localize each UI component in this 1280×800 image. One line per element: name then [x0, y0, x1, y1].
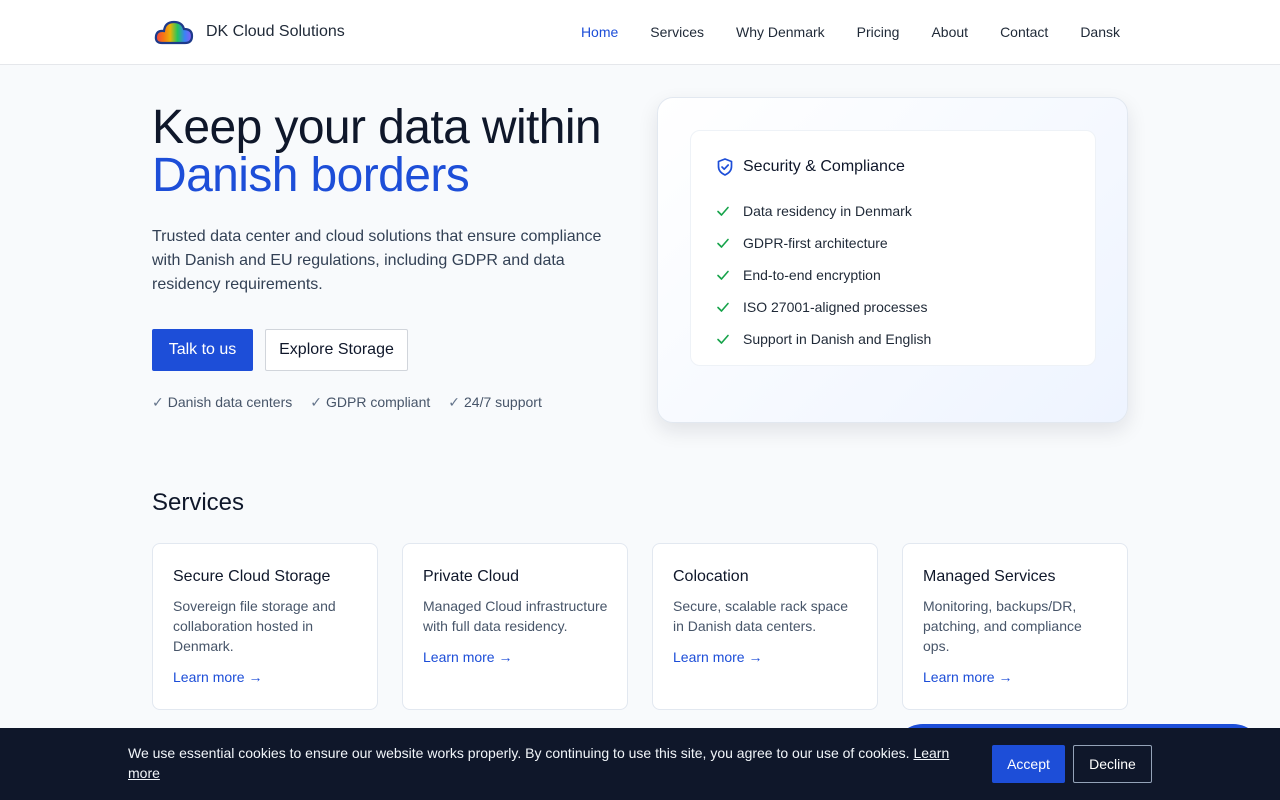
check-icon: ✓: [448, 394, 460, 410]
service-card-private-cloud: Private Cloud Managed Cloud infrastructu…: [402, 543, 628, 710]
nav-services[interactable]: Services: [650, 24, 704, 40]
security-list: Data residency in Denmark GDPR-first arc…: [715, 195, 931, 355]
nav-about[interactable]: About: [931, 24, 968, 40]
learn-more-link[interactable]: Learn more →: [173, 669, 262, 685]
security-card-inner: Security & Compliance Data residency in …: [690, 130, 1096, 366]
list-item-label: GDPR-first architecture: [743, 235, 888, 251]
list-item: Support in Danish and English: [715, 323, 931, 355]
check-icon: ✓: [152, 394, 164, 410]
check-icon: ✓: [310, 394, 322, 410]
main-nav: Home Services Why Denmark Pricing About …: [549, 0, 1120, 64]
talk-to-us-button[interactable]: Talk to us: [152, 329, 253, 371]
cookie-banner: We use essential cookies to ensure our w…: [0, 728, 1280, 800]
nav-contact[interactable]: Contact: [1000, 24, 1048, 40]
services-heading: Services: [152, 489, 245, 516]
hero-title-accent: Danish borders: [152, 149, 470, 202]
list-item-label: End-to-end encryption: [743, 267, 881, 283]
cookie-message: We use essential cookies to ensure our w…: [128, 745, 910, 761]
list-item: GDPR-first architecture: [715, 227, 931, 259]
list-item-label: ISO 27001-aligned processes: [743, 299, 928, 315]
nav-home[interactable]: Home: [581, 24, 618, 40]
site-header: DK Cloud Solutions Home Services Why Den…: [0, 0, 1280, 65]
hero-title-line1: Keep your data within: [152, 101, 602, 154]
hero-badges: ✓ Danish data centers ✓ GDPR compliant ✓ 24…: [152, 394, 560, 411]
list-item: End-to-end encryption: [715, 259, 931, 291]
badge-label: Danish data centers: [167, 394, 293, 410]
security-card-header: Security & Compliance: [715, 157, 905, 177]
list-item-label: Support in Danish and English: [743, 331, 932, 347]
check-icon: [717, 334, 729, 344]
badge-label: GDPR compliant: [326, 394, 431, 410]
service-card-description: Monitoring, backups/DR, patching, and co…: [923, 598, 1082, 654]
shield-check-icon: [717, 158, 733, 176]
cookie-text: We use essential cookies to ensure our w…: [128, 743, 958, 783]
learn-more-link[interactable]: Learn more →: [673, 649, 762, 665]
nav-pricing[interactable]: Pricing: [857, 24, 900, 40]
service-card-description: Sovereign file storage and collaboration…: [173, 598, 336, 654]
nav-language-dansk[interactable]: Dansk: [1080, 24, 1120, 40]
check-icon: [717, 206, 729, 216]
accept-cookies-button[interactable]: Accept: [992, 745, 1065, 783]
service-card-description: Managed Cloud infrastructure with full d…: [423, 598, 608, 634]
explore-storage-button[interactable]: Explore Storage: [265, 329, 408, 371]
brand-name: DK Cloud Solutions: [206, 23, 345, 40]
check-icon: [717, 270, 729, 280]
learn-more-link[interactable]: Learn more →: [923, 669, 1012, 685]
brand[interactable]: DK Cloud Solutions: [154, 16, 345, 48]
list-item: ISO 27001-aligned processes: [715, 291, 931, 323]
service-card-title: Managed Services: [923, 568, 1056, 585]
badge-label: 24/7 support: [464, 394, 542, 410]
list-item-label: Data residency in Denmark: [743, 203, 912, 219]
security-card-title: Security & Compliance: [743, 158, 905, 175]
service-card-secure-cloud-storage: Secure Cloud Storage Sovereign file stor…: [152, 543, 378, 710]
nav-why-denmark[interactable]: Why Denmark: [736, 24, 825, 40]
decline-cookies-button[interactable]: Decline: [1073, 745, 1152, 783]
check-icon: [717, 238, 729, 248]
service-card-title: Secure Cloud Storage: [173, 568, 331, 585]
check-icon: [717, 302, 729, 312]
list-item: Data residency in Denmark: [715, 195, 931, 227]
rainbow-cloud-icon: [154, 20, 194, 45]
service-card-title: Private Cloud: [423, 568, 520, 585]
hero-title: Keep your data within Danish borders: [152, 104, 632, 200]
badge-item: ✓ GDPR compliant: [310, 394, 430, 411]
badge-item: ✓ 24/7 support: [448, 394, 542, 411]
service-card-managed-services: Managed Services Monitoring, backups/DR,…: [902, 543, 1128, 710]
service-card-colocation: Colocation Secure, scalable rack space i…: [652, 543, 878, 710]
learn-more-link[interactable]: Learn more →: [423, 649, 512, 665]
service-card-title: Colocation: [673, 568, 749, 585]
service-card-description: Secure, scalable rack space in Danish da…: [673, 598, 849, 634]
badge-item: ✓ Danish data centers: [152, 394, 292, 411]
security-card: Security & Compliance Data residency in …: [657, 97, 1128, 423]
hero-subtitle: Trusted data center and cloud solutions …: [152, 228, 602, 293]
